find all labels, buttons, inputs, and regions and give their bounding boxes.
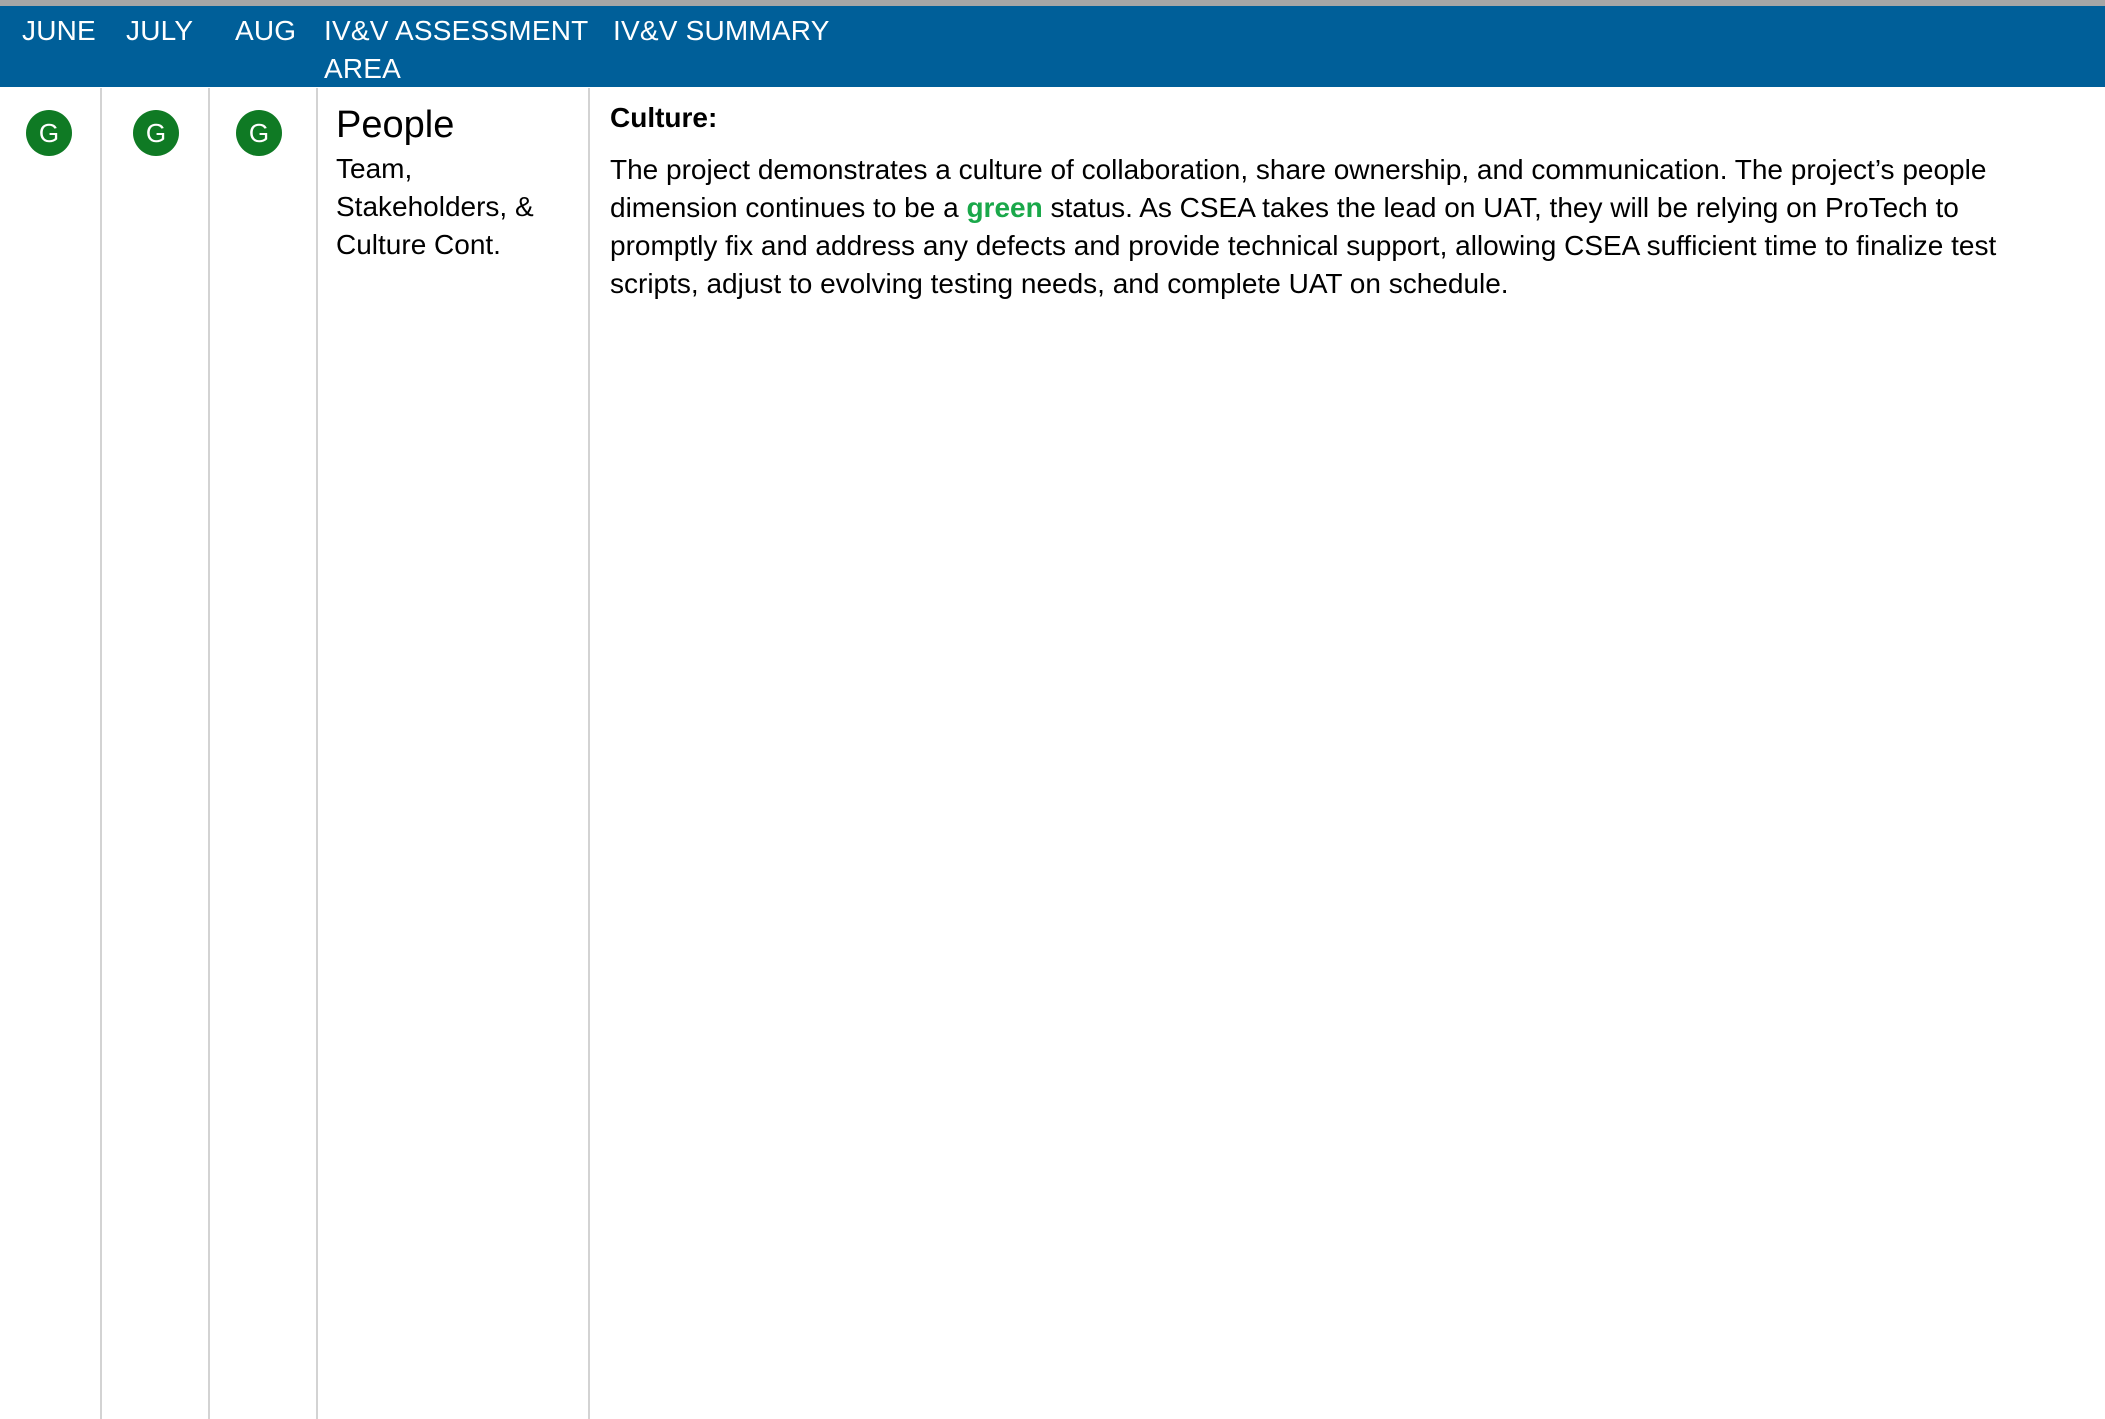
summary-heading: Culture: [610,102,718,133]
column-divider [208,88,210,1419]
header-july: JULY [126,15,194,46]
header-assessment-area: IV&V ASSESSMENT AREA [324,15,588,84]
assessment-area-title: People [336,104,455,146]
column-divider [316,88,318,1419]
header-summary: IV&V SUMMARY [613,15,830,46]
header-aug: AUG [235,15,297,46]
status-badge-june: G [26,110,72,156]
table-header: JUNE JULY AUG IV&V ASSESSMENT AREA IV&V … [0,6,2105,87]
summary-paragraph: The project demonstrates a culture of co… [610,151,2040,303]
column-divider [100,88,102,1419]
status-badge-july: G [133,110,179,156]
column-divider [588,88,590,1419]
summary-status-highlight: green [966,192,1043,223]
assessment-area-subtitle: Team, Stakeholders, & Culture Cont. [336,153,534,260]
status-badge-aug: G [236,110,282,156]
header-june: JUNE [22,15,96,46]
